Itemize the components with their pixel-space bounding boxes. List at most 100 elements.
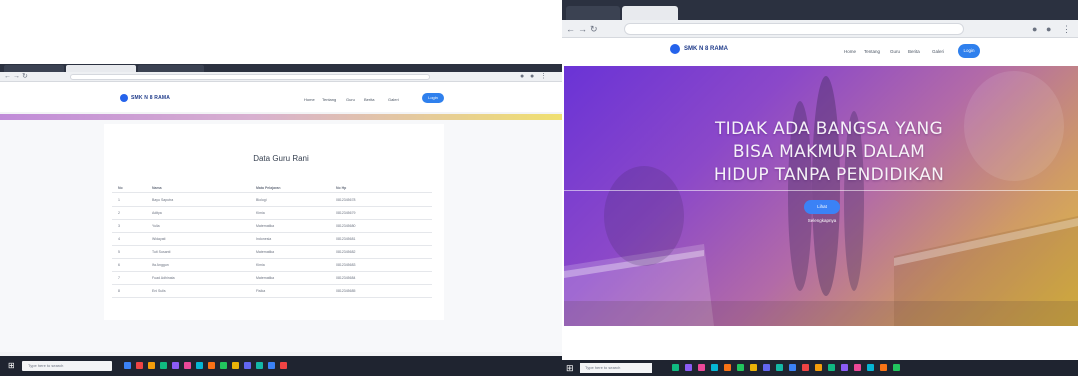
extensions-icon[interactable]: ●	[520, 72, 524, 82]
taskbar-app-icon[interactable]	[220, 362, 227, 369]
column-header-no: No	[118, 186, 123, 190]
hero-line-2: BISA MAKMUR DALAM	[732, 142, 926, 162]
site-logo[interactable]: SMK N 8 RAMA	[120, 94, 170, 102]
taskbar-app-icon[interactable]	[750, 364, 757, 371]
table-cell: 0812345680	[336, 224, 356, 228]
taskbar-app-icon[interactable]	[124, 362, 131, 369]
taskbar-app-icon[interactable]	[672, 364, 679, 371]
taskbar-app-icon[interactable]	[854, 364, 861, 371]
taskbar-app-icon[interactable]	[763, 364, 770, 371]
table-cell: 0812345685	[336, 289, 356, 293]
taskbar-app-icon[interactable]	[232, 362, 239, 369]
logo-icon	[670, 44, 680, 54]
menu-icon[interactable]: ⋮	[540, 72, 547, 82]
nav-guru[interactable]: Guru	[890, 49, 900, 54]
nav-berita[interactable]: Berita	[364, 97, 374, 102]
back-icon[interactable]: ←	[566, 22, 575, 36]
taskbar-app-icon[interactable]	[148, 362, 155, 369]
back-icon[interactable]: ←	[4, 72, 11, 82]
taskbar-app-icon[interactable]	[208, 362, 215, 369]
table-cell: Aditya	[152, 211, 162, 215]
login-button[interactable]: Login	[422, 93, 444, 103]
table-row-divider	[112, 206, 432, 207]
forward-icon[interactable]: →	[578, 22, 587, 36]
hero-cta-button[interactable]: Lihat Selengkapnya	[804, 200, 840, 223]
taskbar-app-icon[interactable]	[160, 362, 167, 369]
nav-berita[interactable]: Berita	[908, 49, 920, 54]
table-cell: Yulia	[152, 224, 160, 228]
table-cell: Matematika	[256, 224, 275, 228]
forward-icon[interactable]: →	[13, 72, 20, 82]
logo-text: SMK N 8 RAMA	[131, 95, 171, 101]
taskbar-app-icon[interactable]	[724, 364, 731, 371]
taskbar-app-icon[interactable]	[867, 364, 874, 371]
taskbar-app-icon[interactable]	[244, 362, 251, 369]
address-bar[interactable]	[624, 23, 964, 35]
browser-tab-active[interactable]	[622, 6, 678, 20]
table-cell: 6	[118, 263, 120, 267]
table-row-divider	[112, 219, 432, 220]
taskbar-app-icon[interactable]	[698, 364, 705, 371]
taskbar-search[interactable]: Type here to search	[22, 361, 112, 371]
taskbar-app-icon[interactable]	[880, 364, 887, 371]
logo-text: SMK N 8 RAMA	[684, 46, 729, 52]
table-cell: 4	[118, 237, 120, 241]
windows-start-icon[interactable]: ⊞	[566, 362, 574, 374]
table-cell: Matematika	[256, 276, 275, 280]
browser-tab-active[interactable]	[66, 65, 136, 72]
browser-tab[interactable]	[4, 65, 64, 72]
address-bar[interactable]	[70, 74, 430, 80]
taskbar-app-icon[interactable]	[893, 364, 900, 371]
taskbar-app-icon[interactable]	[256, 362, 263, 369]
taskbar-app-icon[interactable]	[184, 362, 191, 369]
taskbar-app-icon[interactable]	[136, 362, 143, 369]
nav-tentang[interactable]: Tentang	[322, 97, 336, 102]
table-row-divider	[112, 271, 432, 272]
table-cell: Fisika	[256, 289, 266, 293]
profile-icon[interactable]: ●	[1046, 22, 1051, 36]
profile-icon[interactable]: ●	[530, 72, 534, 82]
taskbar-app-icon[interactable]	[280, 362, 287, 369]
menu-icon[interactable]: ⋮	[1062, 22, 1071, 36]
table-cell: Widayati	[152, 237, 166, 241]
taskbar-app-icon[interactable]	[776, 364, 783, 371]
reload-icon[interactable]: ↻	[590, 22, 598, 36]
table-cell: Tuti Susanti	[152, 250, 171, 254]
taskbar-app-icon[interactable]	[172, 362, 179, 369]
nav-home[interactable]: Home	[304, 97, 315, 102]
nav-home[interactable]: Home	[844, 49, 856, 54]
table-cell: Matematika	[256, 250, 275, 254]
taskbar-app-icon[interactable]	[711, 364, 718, 371]
taskbar-app-icon[interactable]	[841, 364, 848, 371]
taskbar-app-icon[interactable]	[737, 364, 744, 371]
extensions-icon[interactable]: ●	[1032, 22, 1037, 36]
taskbar-app-icon[interactable]	[789, 364, 796, 371]
browser-tab[interactable]	[138, 65, 204, 72]
taskbar-app-icon[interactable]	[828, 364, 835, 371]
windows-start-icon[interactable]: ⊞	[8, 361, 17, 370]
table-cell: 0812345682	[336, 250, 356, 254]
table-cell: 0812345678	[336, 198, 356, 202]
nav-tentang[interactable]: Tentang	[864, 49, 880, 54]
page-below-hero	[562, 326, 1078, 360]
browser-tab[interactable]	[566, 6, 620, 20]
table-cell: Bayu Saputra	[152, 198, 174, 202]
reload-icon[interactable]: ↻	[22, 72, 28, 82]
taskbar-search[interactable]: Type here to search	[580, 363, 652, 373]
table-cell: Fuad Adhinata	[152, 276, 175, 280]
nav-guru[interactable]: Guru	[346, 97, 355, 102]
hero-line-3: HIDUP TANPA PENDIDIKAN	[713, 165, 945, 185]
taskbar-app-icon[interactable]	[685, 364, 692, 371]
hero-divider-line	[564, 190, 1078, 191]
site-logo[interactable]: SMK N 8 RAMA	[670, 44, 728, 54]
taskbar-app-icon[interactable]	[268, 362, 275, 369]
taskbar-app-icon[interactable]	[802, 364, 809, 371]
nav-galeri[interactable]: Galeri	[932, 49, 944, 54]
table-cell: Eni Sulis	[152, 289, 166, 293]
taskbar-app-icon[interactable]	[196, 362, 203, 369]
table-cell: Biologi	[256, 198, 267, 202]
nav-galeri[interactable]: Galeri	[388, 97, 399, 102]
login-button[interactable]: Login	[958, 44, 980, 58]
taskbar-app-icon[interactable]	[815, 364, 822, 371]
table-cell: Kimia	[256, 263, 265, 267]
